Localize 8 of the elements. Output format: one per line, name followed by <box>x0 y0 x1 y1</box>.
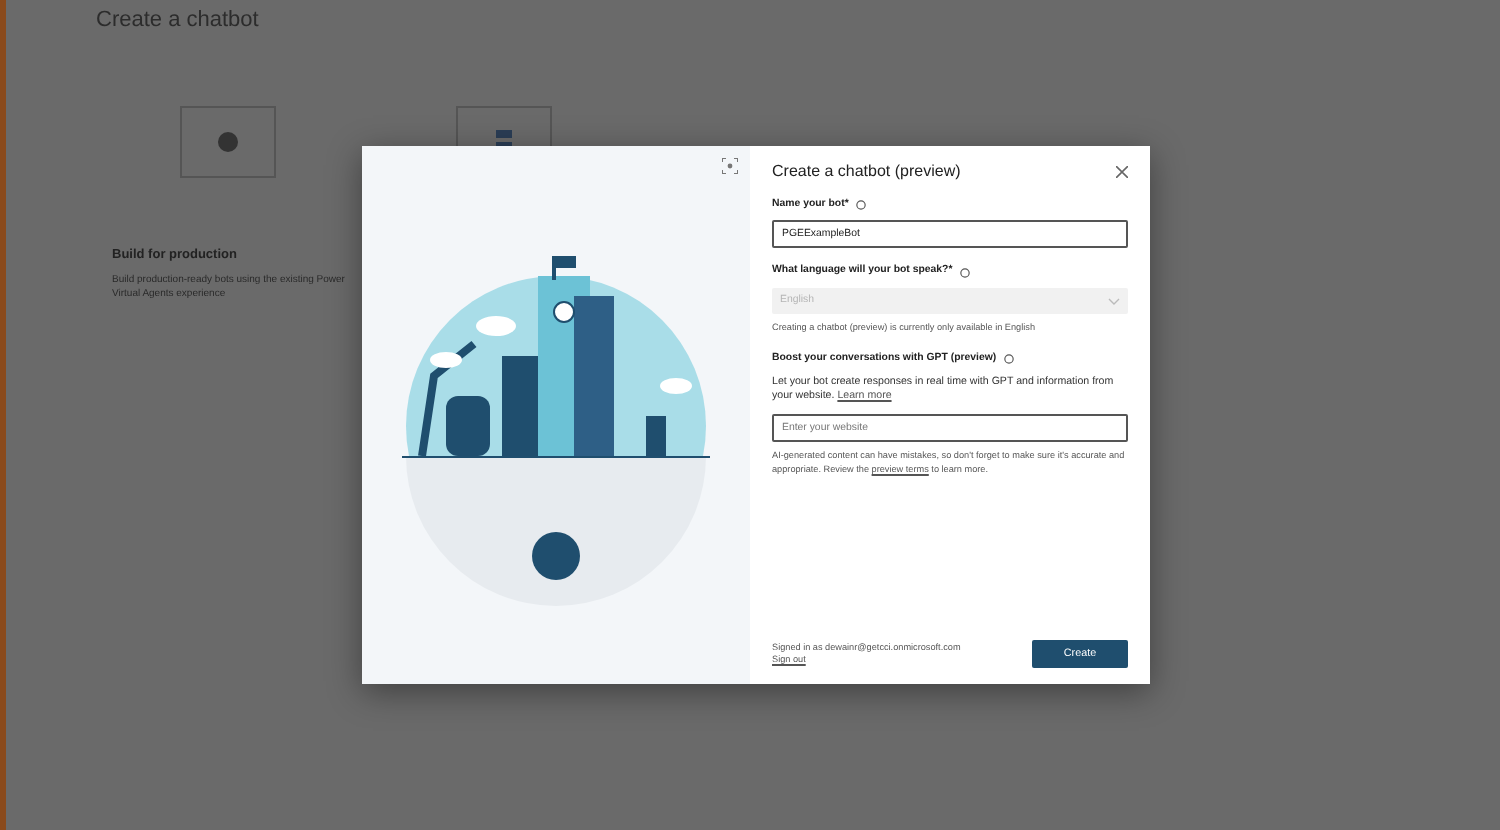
expand-icon[interactable] <box>722 158 738 174</box>
info-icon[interactable] <box>1004 354 1015 365</box>
dialog-title: Create a chatbot (preview) <box>772 162 961 182</box>
chevron-down-icon <box>1108 297 1120 306</box>
close-button[interactable] <box>1116 165 1128 178</box>
info-icon[interactable] <box>856 199 867 210</box>
info-icon[interactable] <box>960 267 971 278</box>
page-title: Create a chatbot <box>96 8 261 35</box>
